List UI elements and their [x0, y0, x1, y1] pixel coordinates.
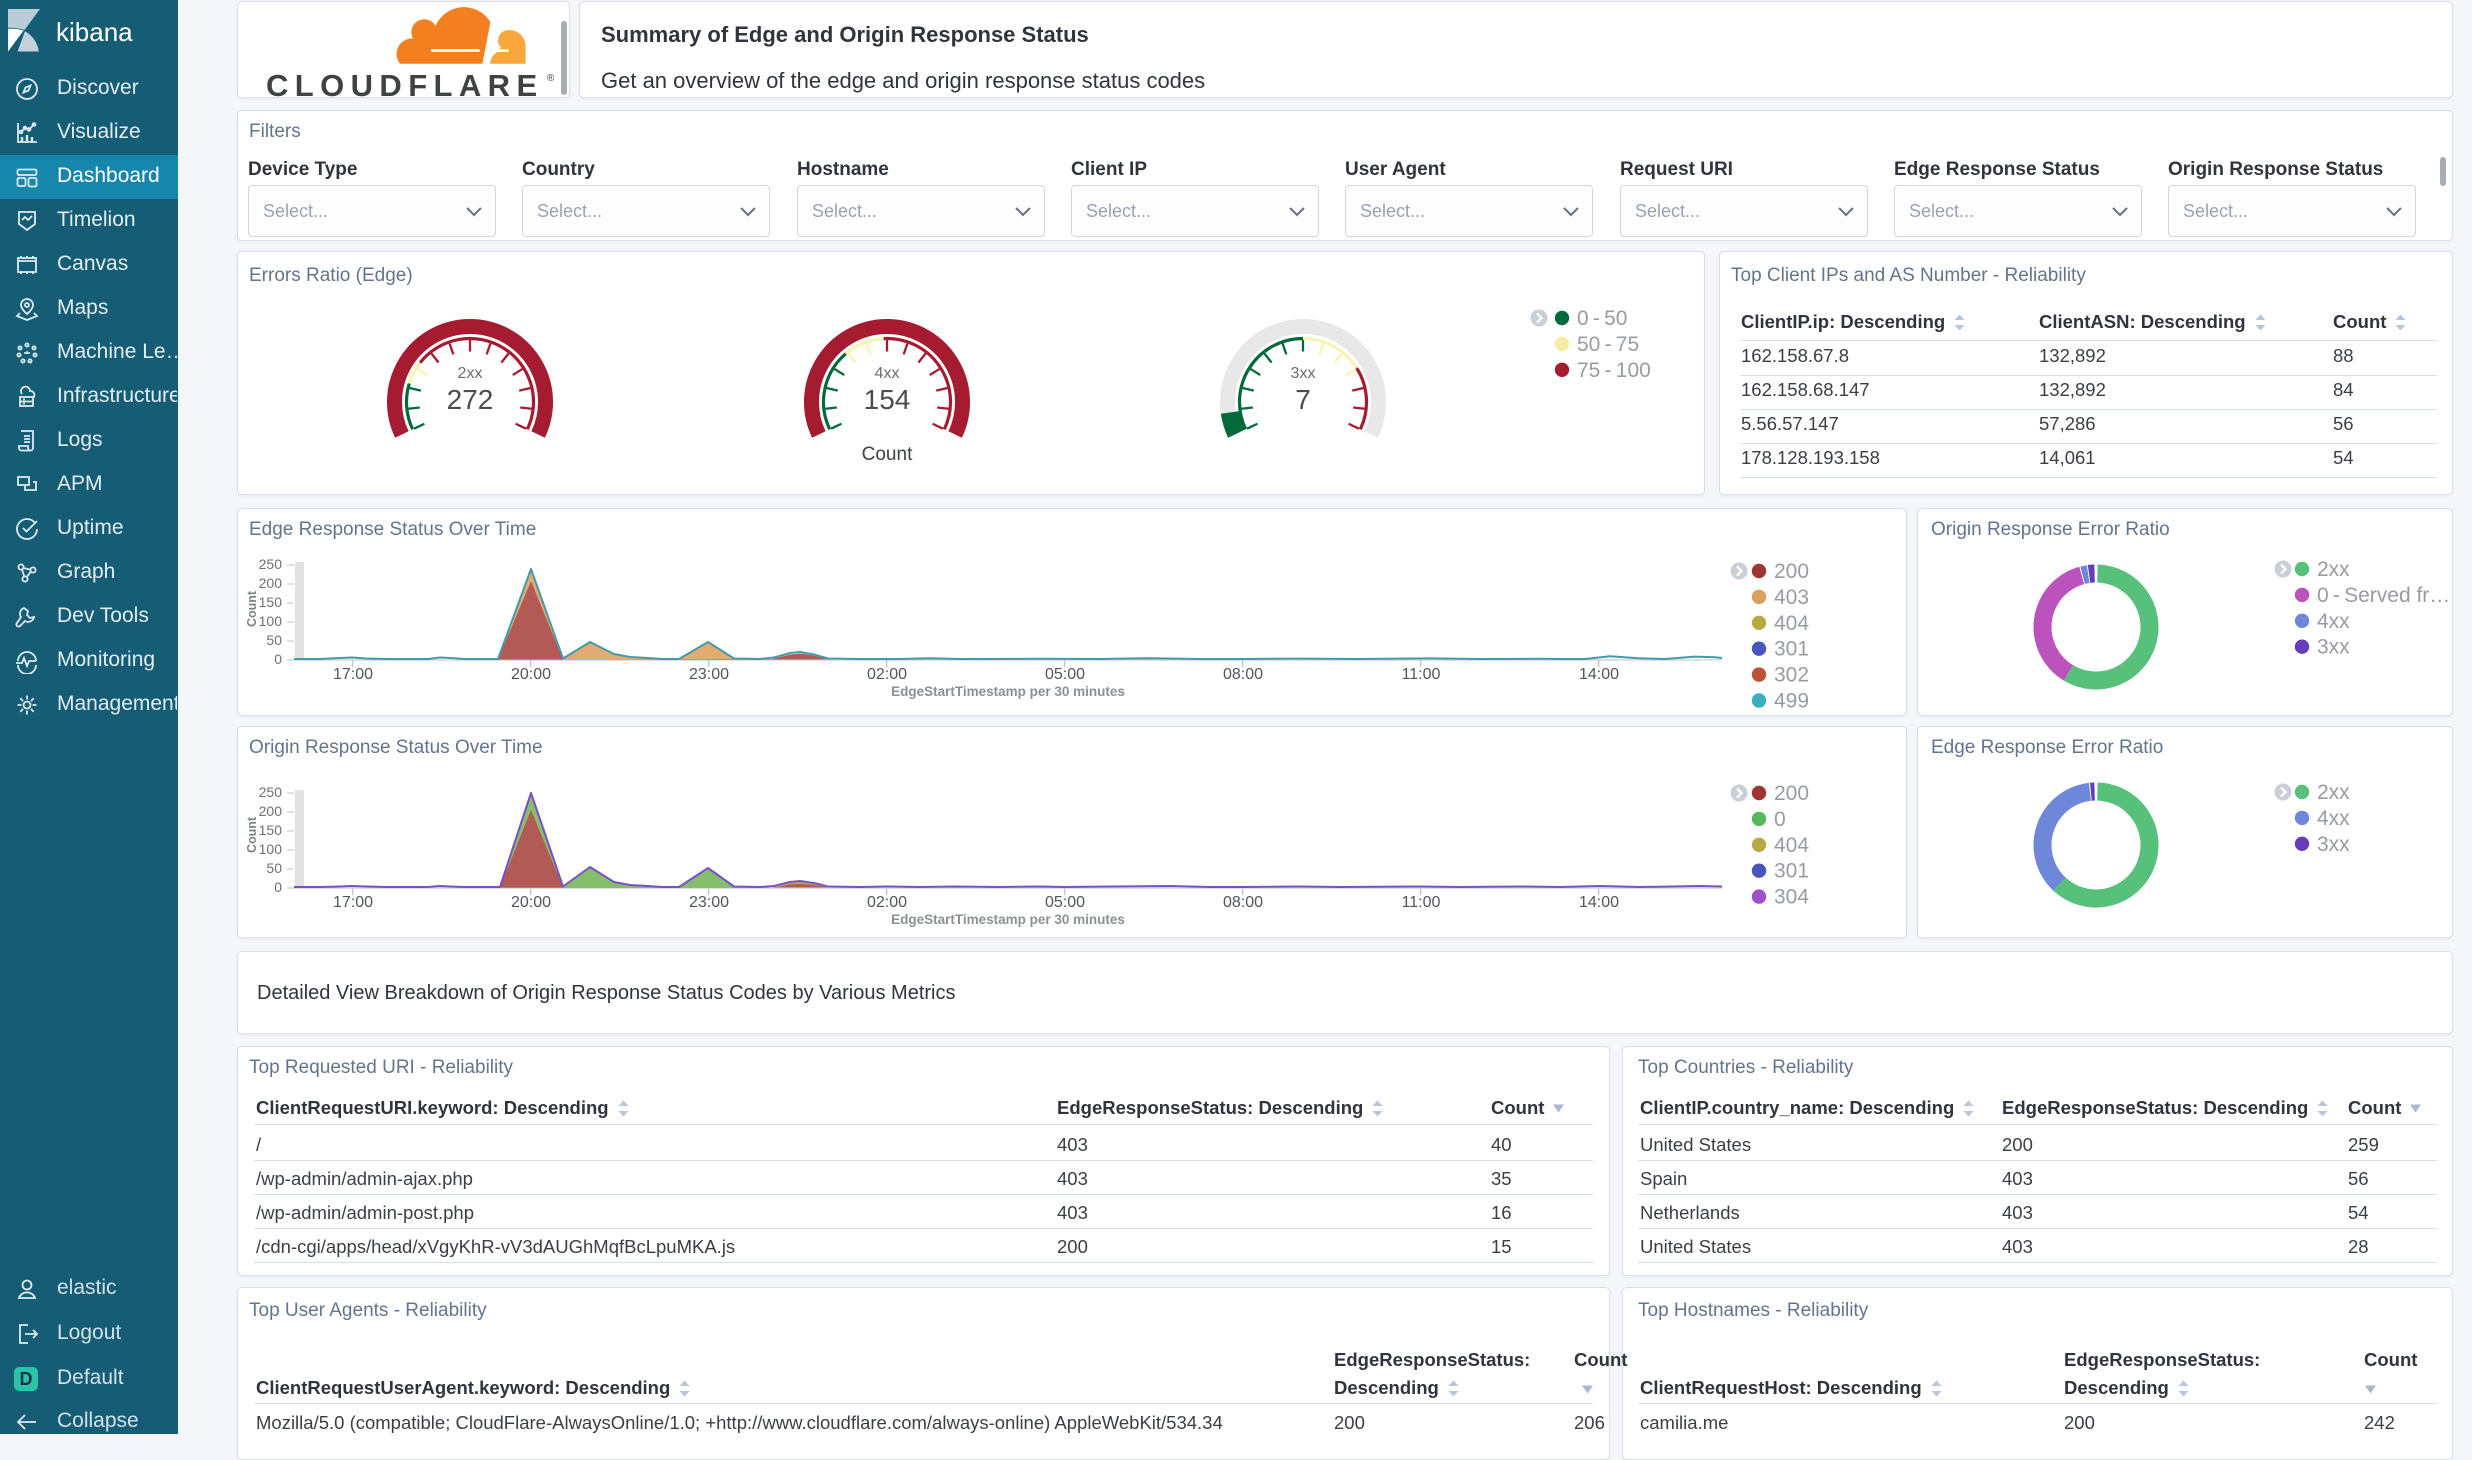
svg-text:3xx: 3xx — [2317, 636, 2350, 659]
svg-text:3xx: 3xx — [2317, 833, 2350, 856]
svg-text:404: 404 — [1774, 834, 1809, 857]
svg-text:301: 301 — [1774, 860, 1809, 883]
svg-text:50 - 75: 50 - 75 — [1577, 333, 1639, 356]
svg-text:499: 499 — [1774, 690, 1809, 713]
svg-text:2xx: 2xx — [2317, 781, 2350, 804]
svg-text:0: 0 — [1774, 808, 1786, 831]
svg-text:200: 200 — [1774, 560, 1809, 583]
svg-text:403: 403 — [1774, 586, 1809, 609]
svg-text:200: 200 — [1774, 782, 1809, 805]
svg-text:404: 404 — [1774, 612, 1809, 635]
svg-text:2xx: 2xx — [2317, 558, 2350, 581]
svg-text:0 - 50: 0 - 50 — [1577, 307, 1627, 330]
svg-text:304: 304 — [1774, 886, 1809, 909]
svg-text:4xx: 4xx — [2317, 610, 2350, 633]
svg-text:0 - Served fr…: 0 - Served fr… — [2317, 584, 2450, 607]
svg-text:75 - 100: 75 - 100 — [1577, 359, 1651, 382]
svg-text:301: 301 — [1774, 638, 1809, 661]
svg-text:4xx: 4xx — [2317, 807, 2350, 830]
svg-text:302: 302 — [1774, 664, 1809, 687]
